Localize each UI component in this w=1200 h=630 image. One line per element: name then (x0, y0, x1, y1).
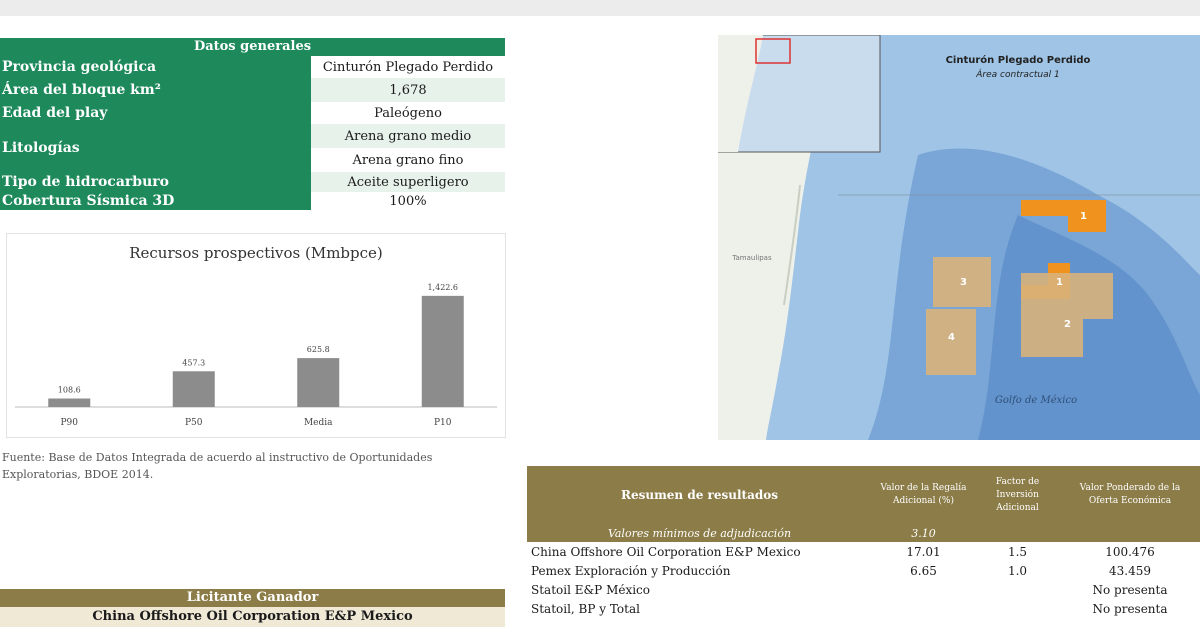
table-row: Provincia geológica Cinturón Plegado Per… (0, 56, 505, 78)
weighted-value: 43.459 (1109, 563, 1151, 578)
block-2 (1021, 273, 1113, 319)
bar-p50 (172, 371, 215, 407)
block-label: 2 (1064, 319, 1071, 330)
block-label: 4 (948, 332, 955, 343)
block-label: 1 (1056, 277, 1063, 288)
results-header: Resumen de resultados Valor de la Regalí… (527, 466, 1200, 524)
general-data-table: Datos generales Provincia geológica Cint… (0, 38, 505, 210)
category-label: Media (304, 418, 333, 428)
royalty-value (872, 580, 975, 599)
prospective-resources-chart: Recursos prospectivos (Mmbpce) 108.6 P90 4… (6, 233, 506, 438)
bar-p10 (421, 295, 464, 407)
row-value: Paleógeno (374, 105, 442, 121)
bar-p90 (48, 398, 91, 407)
bidder-name: China Offshore Oil Corporation E&P Mexic… (531, 544, 801, 559)
map-svg: 1 1 2 3 4 Cinturón Plegado Perdido Área … (718, 35, 1200, 440)
min-label: Valores mínimos de adjudicación (607, 526, 792, 540)
table-row: Pemex Exploración y Producción 6.65 1.0 … (527, 561, 1200, 580)
sea-label: Golfo de México (995, 395, 1077, 406)
col-value-header: Valor Ponderado de la Oferta Económica (1079, 483, 1181, 506)
row-value: Cinturón Plegado Perdido (322, 59, 494, 75)
factor-value: 1.5 (1007, 544, 1028, 559)
category-label: P90 (60, 418, 78, 428)
data-label: 108.6 (58, 386, 81, 395)
results-table: Resumen de resultados Valor de la Regalí… (527, 466, 1200, 618)
land-label: Tamaulipas (731, 254, 772, 262)
winner-name: China Offshore Oil Corporation E&P Mexic… (0, 607, 505, 627)
factor-value (975, 599, 1060, 618)
block-label: 3 (960, 277, 967, 288)
bar-chart-svg: Recursos prospectivos (Mmbpce) 108.6 P90 4… (15, 244, 497, 428)
row-label: Litologías (0, 124, 311, 172)
table-row: Litologías Arena grano medio Arena grano… (0, 124, 505, 172)
factor-value: 1.0 (1007, 563, 1028, 578)
row-value: Arena grano medio (311, 124, 505, 148)
col-factor-header: Factor de Inversión Adicional (995, 476, 1040, 513)
weighted-value: 100.476 (1105, 544, 1155, 559)
source-note: Fuente: Base de Datos Integrada de acuer… (2, 451, 433, 481)
table-row: Statoil, BP y Total No presenta (527, 599, 1200, 618)
general-data-header: Datos generales (0, 38, 505, 56)
col-royalty-header: Valor de la Regalía Adicional (%) (880, 483, 967, 506)
row-label: Provincia geológica (0, 56, 311, 78)
min-value: 3.10 (911, 526, 936, 540)
bidder-name: Statoil, BP y Total (531, 601, 640, 616)
map-title: Cinturón Plegado Perdido (946, 54, 1091, 66)
row-label: Edad del play (0, 102, 311, 124)
table-row: Statoil E&P México No presenta (527, 580, 1200, 599)
winner-table: Licitante Ganador China Offshore Oil Cor… (0, 589, 505, 627)
row-value: 100% (389, 193, 427, 209)
block-label: 1 (1080, 211, 1087, 222)
royalty-value: 17.01 (906, 544, 941, 559)
table-row: China Offshore Oil Corporation E&P Mexic… (527, 542, 1200, 561)
row-value: Arena grano fino (352, 152, 464, 168)
category-label: P10 (434, 418, 452, 428)
factor-value (975, 580, 1060, 599)
bar-media (297, 358, 340, 407)
royalty-value: 6.65 (910, 563, 937, 578)
category-label: P50 (185, 418, 203, 428)
row-value: Aceite superligero (311, 172, 505, 192)
data-label: 457.3 (182, 358, 205, 367)
bidder-name: Statoil E&P México (531, 582, 651, 597)
weighted-value: No presenta (1092, 601, 1168, 616)
weighted-value: No presenta (1092, 582, 1168, 597)
royalty-value (872, 599, 975, 618)
row-label: Cobertura Sísmica 3D (0, 192, 311, 210)
table-row: Tipo de hidrocarburo Aceite superligero (0, 172, 505, 192)
chart-title: Recursos prospectivos (Mmbpce) (129, 244, 383, 262)
minimum-values-row: Valores mínimos de adjudicación 3.10 (527, 524, 1200, 542)
winner-header: Licitante Ganador (0, 589, 505, 607)
table-row: Área del bloque km² 1,678 (0, 78, 505, 102)
data-label: 1,422.6 (427, 283, 458, 292)
row-value: 1,678 (311, 78, 505, 102)
map-subtitle: Área contractual 1 (975, 68, 1059, 80)
results-title: Resumen de resultados (621, 488, 778, 502)
top-bar (0, 0, 1200, 16)
contract-area-map: 1 1 2 3 4 Cinturón Plegado Perdido Área … (718, 35, 1200, 440)
data-label: 625.8 (307, 345, 330, 354)
row-label: Área del bloque km² (0, 78, 311, 102)
row-label: Tipo de hidrocarburo (0, 172, 311, 192)
table-row: Edad del play Paleógeno (0, 102, 505, 124)
bidder-name: Pemex Exploración y Producción (531, 563, 731, 578)
table-row: Cobertura Sísmica 3D 100% (0, 192, 505, 210)
